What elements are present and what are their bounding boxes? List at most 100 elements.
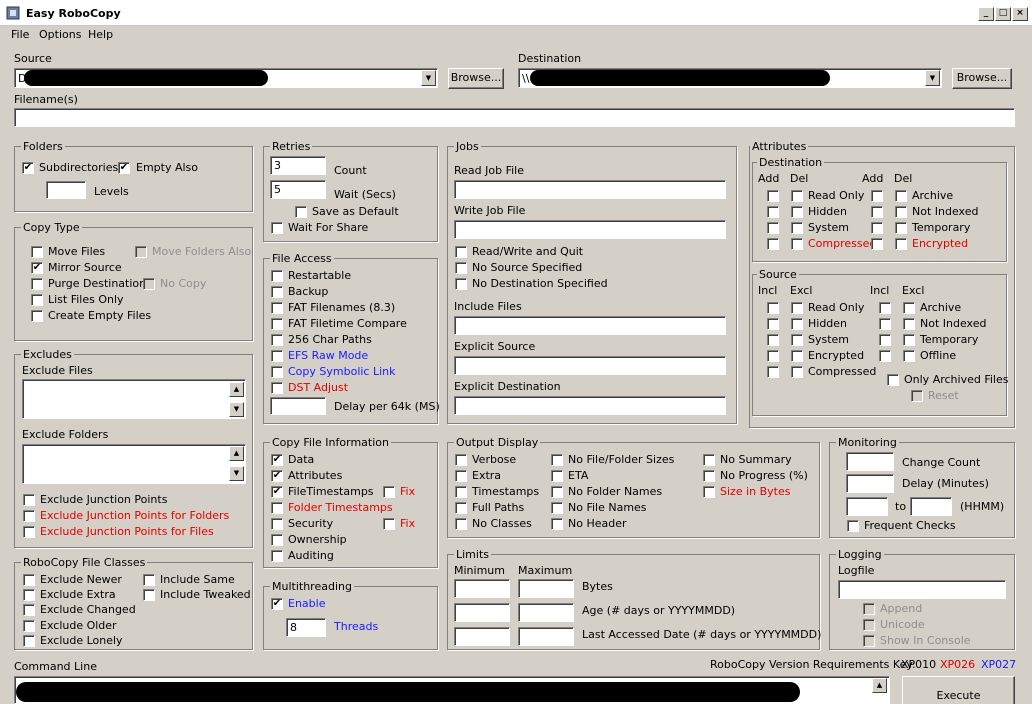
exclude-newer-checkbox[interactable] (23, 574, 35, 586)
attributes-checkbox[interactable]: ✔ (271, 470, 283, 482)
folder-timestamps-checkbox[interactable] (271, 502, 283, 514)
bytes-max-input[interactable] (518, 579, 574, 598)
restartable-checkbox[interactable] (271, 270, 283, 282)
output-timestamps-checkbox[interactable] (455, 486, 467, 498)
timestamps-fix-checkbox[interactable] (383, 486, 395, 498)
subdirectories-checkbox[interactable]: ✔ (22, 162, 34, 174)
explicit-source-input[interactable] (454, 356, 726, 375)
purge-destination-checkbox[interactable] (31, 278, 43, 290)
levels-input[interactable] (46, 181, 86, 199)
include-tweaked-checkbox[interactable] (143, 589, 155, 601)
move-files-checkbox[interactable] (31, 246, 43, 258)
rw-quit-checkbox[interactable] (455, 246, 467, 258)
verbose-checkbox[interactable] (455, 454, 467, 466)
no-progress-checkbox[interactable] (703, 470, 715, 482)
src-incl-hidden-checkbox[interactable] (767, 318, 779, 330)
dest-del-system-checkbox[interactable] (791, 222, 803, 234)
dest-add-hidden-checkbox[interactable] (767, 206, 779, 218)
save-default-checkbox[interactable] (295, 206, 307, 218)
timestamps-checkbox[interactable]: ✔ (271, 486, 283, 498)
dest-add-encrypted-checkbox[interactable] (871, 238, 883, 250)
efs-raw-checkbox[interactable] (271, 350, 283, 362)
eta-checkbox[interactable] (551, 470, 563, 482)
src-incl-compressed-checkbox[interactable] (767, 366, 779, 378)
no-copy-checkbox[interactable] (143, 278, 155, 290)
reset-checkbox[interactable] (911, 390, 923, 402)
exclude-changed-checkbox[interactable] (23, 604, 35, 616)
security-fix-checkbox[interactable] (383, 518, 395, 530)
append-checkbox[interactable] (863, 603, 875, 615)
scroll-up-icon[interactable]: ▲ (229, 446, 244, 461)
execute-button[interactable]: Execute (902, 676, 1015, 704)
chevron-down-icon[interactable]: ▼ (421, 70, 436, 86)
src-excl-system-checkbox[interactable] (791, 334, 803, 346)
src-incl-temporary-checkbox[interactable] (879, 334, 891, 346)
scroll-up-icon[interactable]: ▲ (229, 382, 244, 397)
exclude-junction-folders-checkbox[interactable] (23, 510, 35, 522)
close-button[interactable]: × (1012, 7, 1028, 21)
ownership-checkbox[interactable] (271, 534, 283, 546)
exclude-files-input[interactable] (22, 379, 246, 419)
unicode-checkbox[interactable] (863, 619, 875, 631)
mirror-source-checkbox[interactable]: ✔ (31, 262, 43, 274)
menu-help[interactable]: Help (88, 28, 113, 41)
src-incl-offline-checkbox[interactable] (879, 350, 891, 362)
frequent-checks-checkbox[interactable] (847, 520, 859, 532)
time-to-input[interactable] (910, 497, 952, 516)
dest-add-system-checkbox[interactable] (767, 222, 779, 234)
no-header-checkbox[interactable] (551, 518, 563, 530)
scroll-down-icon[interactable]: ▼ (229, 466, 244, 481)
multithreading-enable-checkbox[interactable]: ✔ (271, 598, 283, 610)
minimize-button[interactable]: _ (978, 7, 994, 21)
src-incl-notindexed-checkbox[interactable] (879, 318, 891, 330)
no-file-names-checkbox[interactable] (551, 502, 563, 514)
exclude-lonely-checkbox[interactable] (23, 635, 35, 647)
extra-checkbox[interactable] (455, 470, 467, 482)
dst-adjust-checkbox[interactable] (271, 382, 283, 394)
explicit-dest-input[interactable] (454, 396, 726, 415)
create-empty-files-checkbox[interactable] (31, 310, 43, 322)
no-summary-checkbox[interactable] (703, 454, 715, 466)
only-archived-checkbox[interactable] (887, 374, 899, 386)
src-incl-archive-checkbox[interactable] (879, 302, 891, 314)
auditing-checkbox[interactable] (271, 550, 283, 562)
src-incl-readonly-checkbox[interactable] (767, 302, 779, 314)
dest-add-compressed-checkbox[interactable] (767, 238, 779, 250)
src-excl-readonly-checkbox[interactable] (791, 302, 803, 314)
chevron-down-icon[interactable]: ▼ (925, 70, 940, 86)
exclude-folders-input[interactable] (22, 444, 246, 484)
delay-input[interactable] (270, 397, 326, 415)
move-folders-also-checkbox[interactable] (135, 246, 147, 258)
char-paths-checkbox[interactable] (271, 334, 283, 346)
dest-add-readonly-checkbox[interactable] (767, 190, 779, 202)
src-incl-encrypted-checkbox[interactable] (767, 350, 779, 362)
src-incl-system-checkbox[interactable] (767, 334, 779, 346)
dest-del-encrypted-checkbox[interactable] (895, 238, 907, 250)
empty-also-checkbox[interactable]: ✔ (118, 162, 130, 174)
scroll-up-icon[interactable]: ▲ (872, 678, 887, 693)
no-source-checkbox[interactable] (455, 262, 467, 274)
filenames-input[interactable] (14, 108, 1015, 127)
include-same-checkbox[interactable] (143, 574, 155, 586)
dest-del-archive-checkbox[interactable] (895, 190, 907, 202)
accessed-max-input[interactable] (518, 627, 574, 646)
age-min-input[interactable] (454, 603, 510, 622)
list-files-only-checkbox[interactable] (31, 294, 43, 306)
exclude-junction-points-checkbox[interactable] (23, 494, 35, 506)
no-dest-checkbox[interactable] (455, 278, 467, 290)
source-browse-button[interactable]: Browse... (448, 68, 504, 89)
read-job-input[interactable] (454, 180, 726, 199)
logfile-input[interactable] (838, 580, 1006, 599)
dest-del-hidden-checkbox[interactable] (791, 206, 803, 218)
destination-browse-button[interactable]: Browse... (952, 68, 1012, 89)
fat-filenames-checkbox[interactable] (271, 302, 283, 314)
retry-wait-input[interactable]: 5 (270, 180, 326, 199)
exclude-junction-files-checkbox[interactable] (23, 526, 35, 538)
delay-minutes-input[interactable] (846, 474, 894, 493)
dest-del-compressed-checkbox[interactable] (791, 238, 803, 250)
write-job-input[interactable] (454, 220, 726, 239)
include-files-input[interactable] (454, 316, 726, 335)
change-count-input[interactable] (846, 452, 894, 471)
data-checkbox[interactable]: ✔ (271, 454, 283, 466)
bytes-min-input[interactable] (454, 579, 510, 598)
